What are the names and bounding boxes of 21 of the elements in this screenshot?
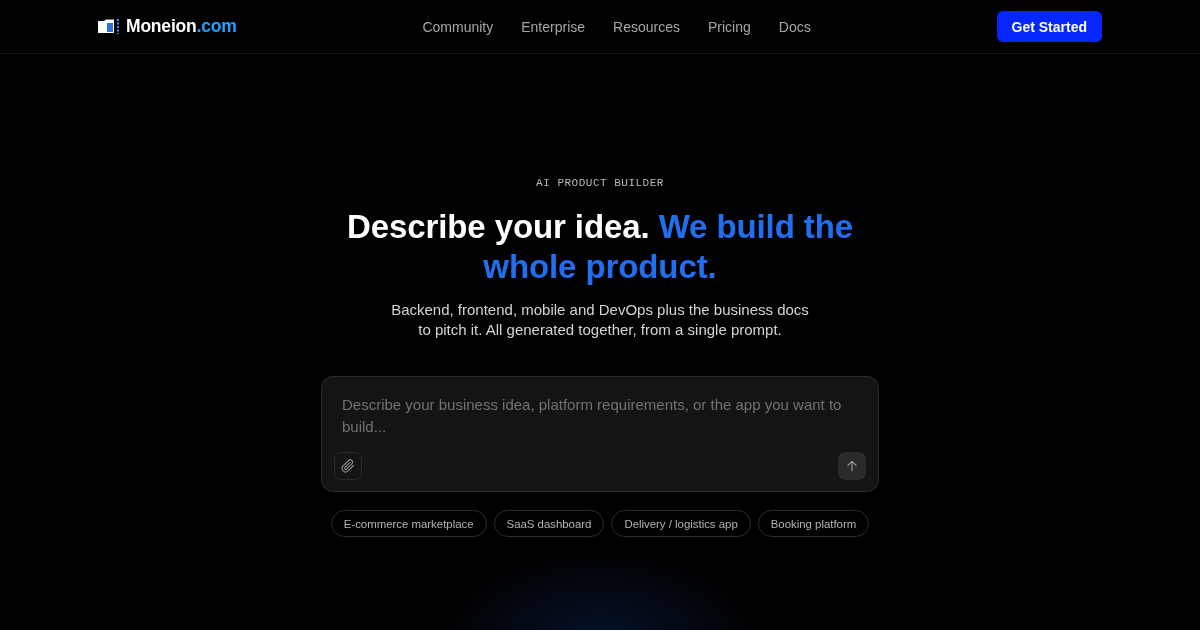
nav-link[interactable]: Docs: [778, 18, 811, 35]
arrow-up-icon: [845, 459, 859, 473]
nav-link[interactable]: Community: [422, 18, 494, 35]
send-button[interactable]: [838, 452, 866, 480]
prompt-box[interactable]: Describe your business idea, platform requirements, or the app you want to build...: [321, 376, 879, 492]
nav-link[interactable]: Pricing: [707, 18, 751, 35]
logo-icon[interactable]: [98, 19, 120, 34]
suggestion-chip[interactable]: E-commerce marketplace: [330, 510, 487, 537]
eyebrow-label: AI PRODUCT BUILDER: [536, 177, 664, 190]
attach-button[interactable]: [334, 452, 362, 480]
nav-link[interactable]: Resources: [613, 18, 680, 35]
paperclip-icon: [341, 459, 355, 473]
get-started-button[interactable]: Get Started: [996, 11, 1102, 42]
suggestion-chip[interactable]: Delivery / logistics app: [611, 510, 751, 537]
subtitle: Backend, frontend, mobile and DevOps plus the business docs to pitch it. All generated together, from a single prompt.: [390, 300, 810, 340]
suggestion-chip[interactable]: Booking platform: [757, 510, 870, 537]
headline: Describe your idea. We build the whole product.: [346, 207, 854, 287]
nav-link[interactable]: Enterprise: [521, 18, 586, 35]
logo-text[interactable]: Moneion.com: [126, 16, 237, 37]
suggestion-chip[interactable]: SaaS dashboard: [493, 510, 605, 537]
prompt-field[interactable]: Describe your business idea, platform requirements, or the app you want to build...: [342, 394, 842, 438]
